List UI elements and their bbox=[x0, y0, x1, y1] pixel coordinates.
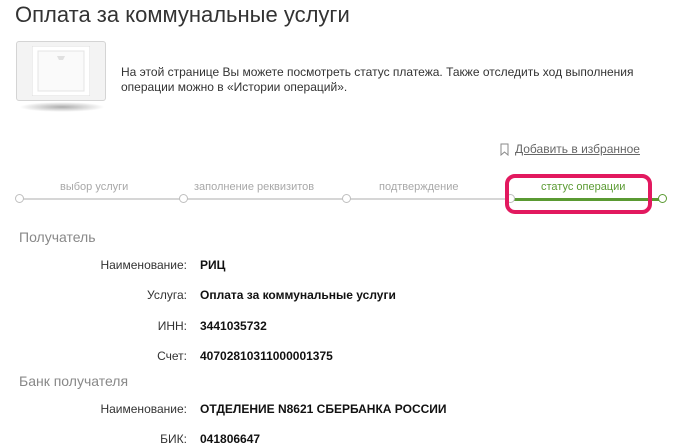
step-line-3 bbox=[350, 198, 505, 200]
banner-shadow bbox=[19, 102, 105, 112]
step-line-1 bbox=[22, 198, 180, 200]
bank-name-label: Наименование: bbox=[100, 402, 187, 416]
step-dot-3 bbox=[342, 194, 351, 203]
recipient-service-label: Услуга: bbox=[147, 288, 187, 302]
step-label-confirmation: подтверждение bbox=[379, 181, 459, 193]
step-label-service: выбор услуги bbox=[60, 181, 129, 193]
step-label-details: заполнение реквизитов bbox=[194, 181, 315, 193]
recipient-account-value: 40702810311000001375 bbox=[200, 349, 333, 363]
recipient-name-value: РИЦ bbox=[200, 258, 226, 272]
recipient-section-title: Получатель bbox=[19, 229, 96, 245]
recipient-service-value: Оплата за коммунальные услуги bbox=[200, 288, 396, 302]
step-dot-2 bbox=[179, 194, 188, 203]
bank-section-title: Банк получателя bbox=[19, 373, 129, 389]
step-dot-5 bbox=[658, 194, 667, 203]
recipient-inn-value: 3441035732 bbox=[200, 319, 267, 333]
recipient-inn-label: ИНН: bbox=[157, 319, 187, 333]
page-title: Оплата за коммунальные услуги bbox=[15, 2, 350, 27]
bank-bik-label: БИК: bbox=[160, 432, 187, 446]
step-line-2 bbox=[186, 198, 344, 200]
receipt-icon bbox=[32, 46, 90, 96]
bank-bik-value: 041806647 bbox=[200, 432, 261, 446]
banner-description: На этой странице Вы можете посмотреть ст… bbox=[121, 65, 634, 94]
step-dot-1 bbox=[15, 194, 24, 203]
current-step-highlight bbox=[505, 174, 652, 214]
recipient-account-label: Счет: bbox=[157, 349, 187, 363]
bookmark-icon bbox=[500, 143, 509, 156]
add-to-favorites-label: Добавить в избранное bbox=[515, 142, 640, 156]
add-to-favorites-link[interactable]: Добавить в избранное bbox=[500, 142, 640, 156]
recipient-name-label: Наименование: bbox=[100, 258, 187, 272]
banner-image bbox=[16, 41, 106, 101]
bank-name-value: ОТДЕЛЕНИЕ N8621 СБЕРБАНКА РОССИИ bbox=[200, 402, 447, 416]
